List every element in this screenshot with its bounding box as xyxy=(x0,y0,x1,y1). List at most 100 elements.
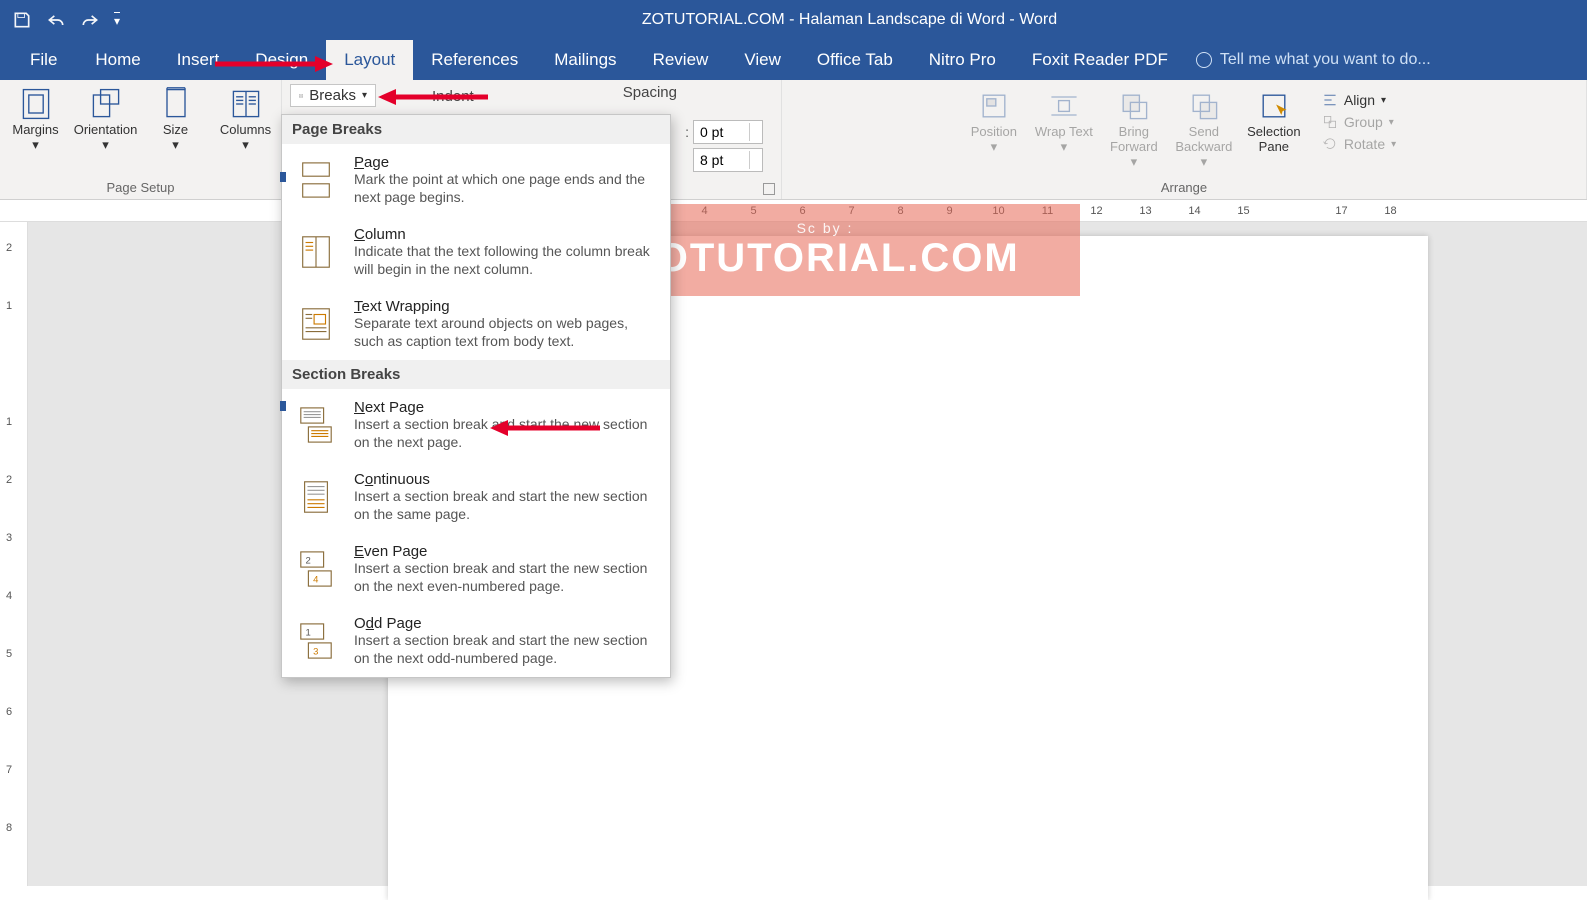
undo-icon[interactable] xyxy=(46,10,66,30)
align-button[interactable]: Align▾ xyxy=(1322,92,1396,108)
align-icon xyxy=(1322,92,1338,108)
margins-label: Margins xyxy=(12,122,58,137)
tab-file[interactable]: File xyxy=(10,40,77,80)
vruler-tick: 1 xyxy=(6,300,12,312)
even-page-icon: 24 xyxy=(297,550,335,588)
vertical-ruler[interactable]: 2112345678 xyxy=(0,222,28,886)
ruler-tick: 15 xyxy=(1219,205,1268,217)
annotation-arrow-breaks xyxy=(378,87,488,107)
text-wrapping-icon xyxy=(297,305,335,343)
watermark-sc: Sc by : xyxy=(797,220,854,236)
wrap-text-icon xyxy=(1046,88,1082,124)
lightbulb-icon xyxy=(1196,52,1212,68)
wrap-text-button[interactable]: Wrap Text▾ xyxy=(1032,86,1096,155)
continuous-icon xyxy=(297,478,335,516)
spacing-before-value: 0 pt xyxy=(700,124,723,140)
tab-mailings[interactable]: Mailings xyxy=(536,40,634,80)
menu-item-even-page[interactable]: 24 Even PageInsert a section break and s… xyxy=(282,533,670,605)
orientation-button[interactable]: Orientation▾ xyxy=(74,84,138,153)
menu-item-continuous[interactable]: ContinuousInsert a section break and sta… xyxy=(282,461,670,533)
tab-review[interactable]: Review xyxy=(635,40,727,80)
vruler-tick: 4 xyxy=(6,590,12,602)
tab-home[interactable]: Home xyxy=(77,40,158,80)
rotate-button[interactable]: Rotate▾ xyxy=(1322,136,1396,152)
vruler-tick: 6 xyxy=(6,706,12,718)
columns-button[interactable]: Columns▾ xyxy=(214,84,278,153)
bring-forward-button[interactable]: Bring Forward▾ xyxy=(1102,86,1166,170)
send-backward-button[interactable]: Send Backward▾ xyxy=(1172,86,1236,170)
rotate-label: Rotate xyxy=(1344,136,1385,152)
tell-me-search[interactable]: Tell me what you want to do... xyxy=(1186,40,1441,80)
window-title: ZOTUTORIAL.COM - Halaman Landscape di Wo… xyxy=(120,11,1579,29)
tab-layout[interactable]: Layout xyxy=(326,40,413,80)
align-label: Align xyxy=(1344,92,1375,108)
redo-icon[interactable] xyxy=(80,10,100,30)
ruler-tick: 17 xyxy=(1317,205,1366,217)
paragraph-launcher-icon[interactable] xyxy=(763,183,775,195)
margins-button[interactable]: Margins▾ xyxy=(4,84,68,153)
vruler-tick: 2 xyxy=(6,474,12,486)
odd-page-title: Odd Page xyxy=(354,615,658,632)
bring-forward-label: Bring Forward xyxy=(1102,124,1166,154)
column-break-icon xyxy=(297,233,335,271)
vruler-tick: 3 xyxy=(6,532,12,544)
group-label: Group xyxy=(1344,114,1383,130)
next-page-icon xyxy=(297,406,335,444)
menu-item-column[interactable]: ColumnIndicate that the text following t… xyxy=(282,216,670,288)
position-icon xyxy=(976,88,1012,124)
titlebar: ▾ ZOTUTORIAL.COM - Halaman Landscape di … xyxy=(0,0,1587,40)
page-breaks-header: Page Breaks xyxy=(282,115,670,144)
page-title: Page xyxy=(354,154,658,171)
spacing-after-value: 8 pt xyxy=(700,152,723,168)
tab-references[interactable]: References xyxy=(413,40,536,80)
arrange-group-label: Arrange xyxy=(790,178,1578,199)
breaks-button[interactable]: Breaks ▾ xyxy=(290,84,376,107)
save-icon[interactable] xyxy=(12,10,32,30)
tell-me-placeholder: Tell me what you want to do... xyxy=(1220,51,1431,69)
page-break-icon xyxy=(297,161,335,199)
vruler-tick: 5 xyxy=(6,648,12,660)
ribbon: Margins▾ Orientation▾ Size▾ Columns▾ Pag… xyxy=(0,80,1587,200)
current-marker-icon-2 xyxy=(280,401,286,411)
ruler-tick: 14 xyxy=(1170,205,1219,217)
rotate-icon xyxy=(1322,136,1338,152)
svg-text:1: 1 xyxy=(306,627,311,638)
annotation-arrow-next-page xyxy=(490,418,600,438)
menu-item-text-wrapping[interactable]: Text WrappingSeparate text around object… xyxy=(282,288,670,360)
odd-page-desc: Insert a section break and start the new… xyxy=(354,632,658,667)
selection-pane-button[interactable]: Selection Pane xyxy=(1242,86,1306,154)
section-breaks-header: Section Breaks xyxy=(282,360,670,389)
svg-text:4: 4 xyxy=(313,574,318,585)
spacing-before-input[interactable]: 0 pt xyxy=(693,120,763,144)
vruler-tick: 2 xyxy=(6,242,12,254)
ruler-tick: 13 xyxy=(1121,205,1170,217)
menu-item-odd-page[interactable]: 13 Odd PageInsert a section break and st… xyxy=(282,605,670,677)
svg-text:2: 2 xyxy=(306,555,311,566)
tab-view[interactable]: View xyxy=(726,40,799,80)
position-label: Position xyxy=(971,124,1017,139)
tab-office-tab[interactable]: Office Tab xyxy=(799,40,911,80)
vruler-tick: 7 xyxy=(6,764,12,776)
group-button[interactable]: Group▾ xyxy=(1322,114,1396,130)
breaks-icon xyxy=(299,89,303,103)
size-button[interactable]: Size▾ xyxy=(144,84,208,153)
breaks-dropdown: Page Breaks PageMark the point at which … xyxy=(281,114,671,678)
quick-access-toolbar: ▾ xyxy=(8,10,120,30)
menu-item-next-page[interactable]: Next PageInsert a section break and star… xyxy=(282,389,670,461)
ruler-tick: 18 xyxy=(1366,205,1415,217)
vruler-tick: 8 xyxy=(6,822,12,834)
position-button[interactable]: Position▾ xyxy=(962,86,1026,155)
tab-foxit-reader[interactable]: Foxit Reader PDF xyxy=(1014,40,1186,80)
group-arrange: Position▾ Wrap Text▾ Bring Forward▾ Send… xyxy=(782,80,1587,199)
columns-label: Columns xyxy=(220,122,271,137)
page-setup-group-label: Page Setup xyxy=(107,178,175,199)
columns-icon xyxy=(228,86,264,122)
orientation-icon xyxy=(88,86,124,122)
column-title: Column xyxy=(354,226,658,243)
odd-page-icon: 13 xyxy=(297,622,335,660)
tab-nitro-pro[interactable]: Nitro Pro xyxy=(911,40,1014,80)
current-marker-icon xyxy=(280,172,286,182)
selection-pane-icon xyxy=(1256,88,1292,124)
spacing-after-input[interactable]: 8 pt xyxy=(693,148,763,172)
menu-item-page[interactable]: PageMark the point at which one page end… xyxy=(282,144,670,216)
